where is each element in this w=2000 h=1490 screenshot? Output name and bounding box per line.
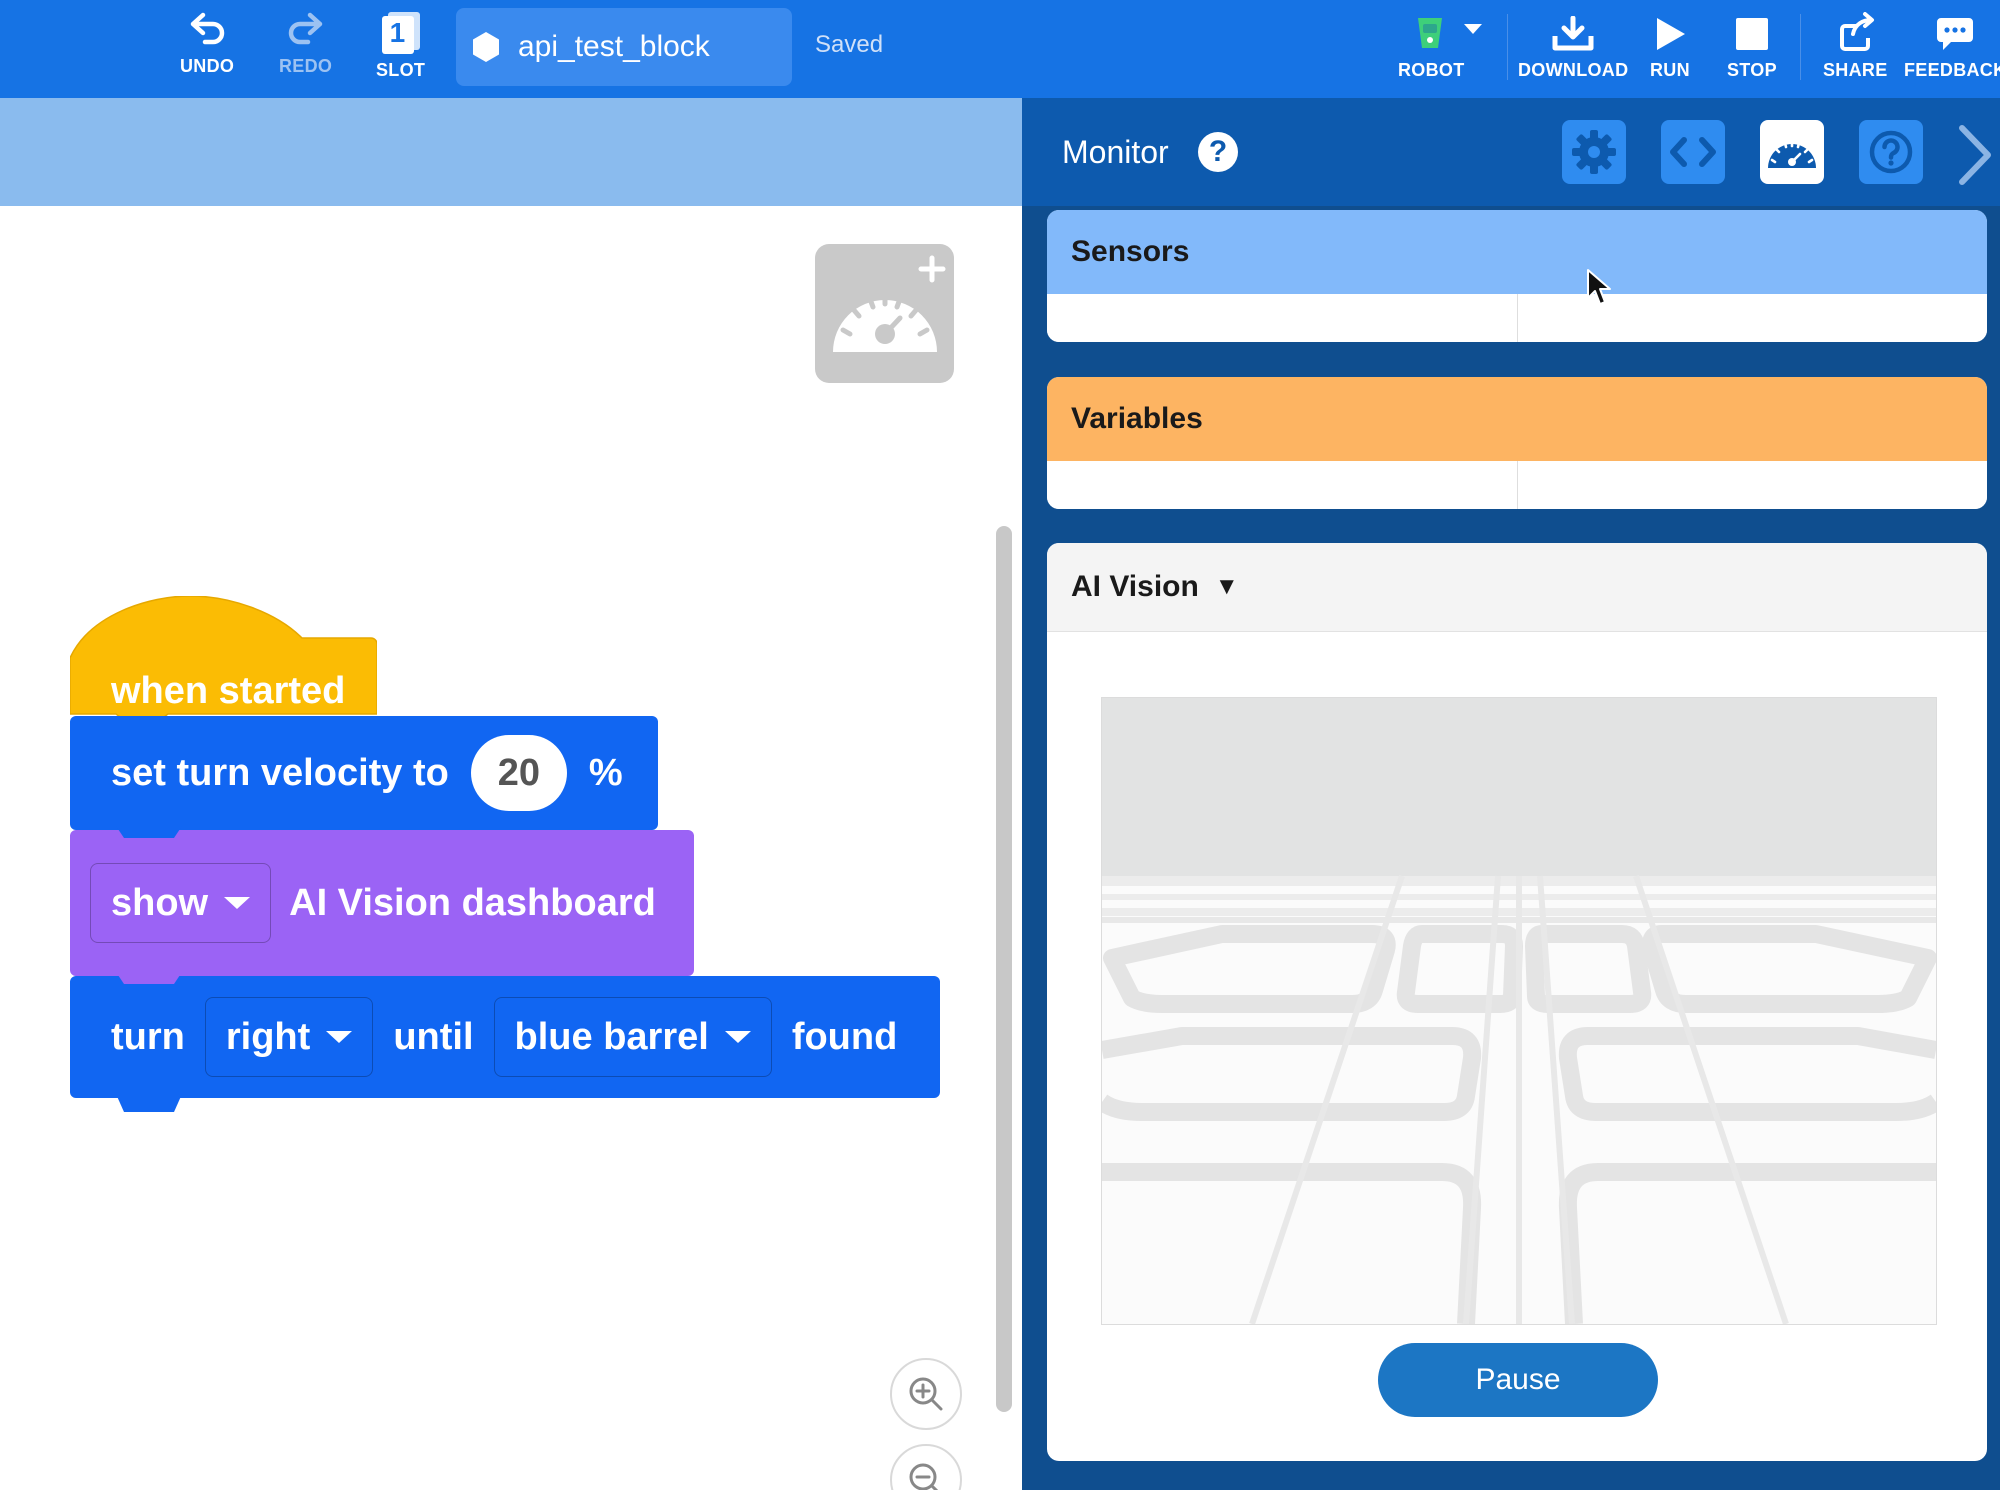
robot-label: ROBOT <box>1398 60 1465 80</box>
mouse-cursor-icon <box>1586 268 1612 308</box>
when-started-block[interactable]: when started <box>70 596 377 720</box>
block-notch <box>116 972 182 984</box>
block-notch <box>116 826 182 838</box>
share-icon <box>1833 12 1877 52</box>
dashboard-toggle-button[interactable] <box>815 244 954 383</box>
turn-label: turn <box>111 1015 185 1058</box>
chevron-down-icon[interactable] <box>1464 24 1483 34</box>
undo-button[interactable]: UNDO <box>180 12 234 77</box>
monitor-header: Monitor ? <box>1022 98 2000 206</box>
slot-number: 1 <box>389 17 406 48</box>
redo-button[interactable]: REDO <box>279 12 332 77</box>
chevron-down-icon <box>326 1031 353 1043</box>
pause-button[interactable]: Pause <box>1378 1343 1658 1417</box>
slot-label: SLOT <box>376 60 426 80</box>
share-button[interactable]: SHARE <box>1823 12 1888 81</box>
variables-card: Variables <box>1047 377 1987 509</box>
block-workspace[interactable]: when started set turn velocity to 20 % s… <box>0 206 1022 1490</box>
when-started-label: when started <box>111 670 346 712</box>
turn-until-found-block[interactable]: turn right until blue barrel found <box>70 976 940 1098</box>
help-button[interactable] <box>1859 120 1923 184</box>
robot-icon <box>1410 12 1483 52</box>
project-name: api_test_block <box>518 30 710 63</box>
workspace-header-band <box>0 98 1022 206</box>
feedback-icon <box>1935 16 1975 52</box>
hexagon-icon <box>470 30 502 64</box>
share-label: SHARE <box>1823 60 1888 80</box>
code-icon <box>1669 134 1717 170</box>
redo-label: REDO <box>279 56 333 76</box>
toolbar-divider <box>1507 14 1508 80</box>
dashboard-block-label: AI Vision dashboard <box>289 881 656 924</box>
gauge-plus-icon <box>815 244 954 383</box>
set-turn-velocity-block[interactable]: set turn velocity to 20 % <box>70 716 658 830</box>
undo-icon <box>187 12 227 48</box>
velocity-block-label: set turn velocity to <box>111 751 449 794</box>
redo-icon <box>286 12 326 48</box>
found-label: found <box>791 1015 898 1058</box>
project-name-field[interactable]: api_test_block <box>456 8 792 86</box>
feedback-button[interactable]: FEEDBACK <box>1904 16 2000 81</box>
show-mode-value: show <box>111 881 209 924</box>
velocity-value-input[interactable]: 20 <box>470 735 567 811</box>
chevron-down-icon <box>224 897 251 909</box>
object-value: blue barrel <box>514 1015 709 1058</box>
run-button[interactable]: RUN <box>1650 16 1690 81</box>
monitor-title: Monitor <box>1062 134 1169 170</box>
code-view-button[interactable] <box>1661 120 1725 184</box>
gauge-icon <box>1765 132 1819 172</box>
zoom-in-button[interactable] <box>890 1358 962 1430</box>
download-icon <box>1551 16 1595 52</box>
monitor-view-button[interactable] <box>1760 120 1824 184</box>
collapse-toggle-icon[interactable]: ▼ <box>1215 573 1239 601</box>
sensors-table-row <box>1047 294 1987 342</box>
variables-header[interactable]: Variables <box>1047 377 1987 461</box>
zoom-out-button[interactable] <box>890 1444 962 1490</box>
ai-vision-header[interactable]: AI Vision ▼ <box>1047 543 1987 632</box>
until-label: until <box>393 1015 474 1058</box>
chevron-down-icon <box>724 1031 751 1043</box>
play-icon <box>1653 16 1687 52</box>
download-label: DOWNLOAD <box>1518 60 1629 80</box>
feedback-label: FEEDBACK <box>1904 60 2000 80</box>
help-icon[interactable]: ? <box>1198 132 1238 172</box>
variables-table-row <box>1047 461 1987 509</box>
stop-icon <box>1734 16 1770 52</box>
save-status: Saved <box>815 31 884 58</box>
workspace-scrollbar[interactable] <box>996 526 1012 1412</box>
show-hide-dropdown[interactable]: show <box>90 863 272 943</box>
slot-icon: 1 <box>379 10 423 54</box>
percent-label: % <box>588 751 623 794</box>
sensors-card: Sensors <box>1047 210 1987 342</box>
gear-icon <box>1569 127 1619 177</box>
object-dropdown[interactable]: blue barrel <box>493 997 772 1077</box>
ai-vision-title: AI Vision <box>1071 570 1199 603</box>
download-button[interactable]: DOWNLOAD <box>1518 16 1628 81</box>
zoom-in-icon <box>906 1374 946 1414</box>
ai-vision-dashboard-block[interactable]: show AI Vision dashboard <box>70 830 694 976</box>
direction-value: right <box>225 1015 311 1058</box>
stop-button[interactable]: STOP <box>1727 16 1777 81</box>
run-label: RUN <box>1650 60 1690 80</box>
zoom-out-icon <box>906 1460 946 1490</box>
monitor-panel: Monitor ? Sensors Variables AI Vision ▼ … <box>1022 98 2000 1490</box>
robot-button[interactable]: ROBOT <box>1398 12 1495 81</box>
sensors-header[interactable]: Sensors <box>1047 210 1987 294</box>
chevron-right-icon[interactable] <box>1954 124 1994 186</box>
ai-vision-camera-feed <box>1101 697 1937 1325</box>
undo-label: UNDO <box>180 56 235 76</box>
top-toolbar: UNDO REDO 1 SLOT api_test_block Saved RO… <box>0 0 2000 98</box>
settings-button[interactable] <box>1562 120 1626 184</box>
ai-vision-card: AI Vision ▼ Pause <box>1047 543 1987 1461</box>
toolbar-divider <box>1800 14 1801 80</box>
help-icon <box>1869 130 1913 174</box>
direction-dropdown[interactable]: right <box>204 997 374 1077</box>
stop-label: STOP <box>1727 60 1777 80</box>
slot-button[interactable]: 1 SLOT <box>376 10 425 81</box>
block-notch <box>116 1094 182 1112</box>
